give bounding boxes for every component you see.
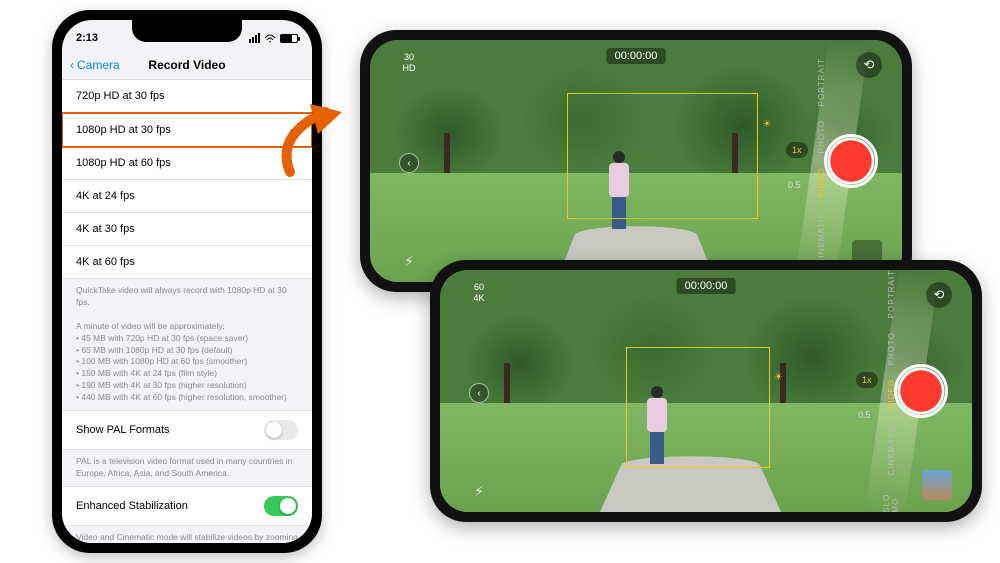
- signal-icon: [249, 33, 260, 43]
- stabilization-toggle[interactable]: [264, 496, 298, 516]
- exposure-slider[interactable]: [774, 372, 783, 383]
- fps-label: 60: [473, 282, 484, 293]
- gallery-thumbnail[interactable]: [922, 470, 952, 500]
- camera-right-controls: ⟲ 1x 0.5 PORTRAIT PHOTO VIDEO CINEMATIC …: [876, 270, 966, 512]
- camera-iphone-4k: 60 4K ‹ ⚡︎ 00:00:00 ⟲ 1x 0.5 PORTRAIT PH…: [430, 260, 982, 522]
- focus-box[interactable]: [567, 93, 759, 219]
- back-button[interactable]: ‹ Camera: [70, 58, 120, 72]
- camera-iphone-hd: 30 HD ‹ ⚡︎ 00:00:00 ⟲ 1x 0.5 PORTRAIT PH…: [360, 30, 912, 292]
- chevron-left-icon: ‹: [70, 58, 74, 72]
- mode-selector[interactable]: PORTRAIT PHOTO VIDEO CINEMATIC: [814, 40, 828, 282]
- pal-row[interactable]: Show PAL Formats: [62, 410, 312, 450]
- status-time: 2:13: [76, 32, 98, 44]
- timecode: 00:00:00: [607, 48, 666, 64]
- flash-icon[interactable]: ⚡︎: [474, 483, 484, 500]
- camera-screen-hd: 30 HD ‹ ⚡︎ 00:00:00 ⟲ 1x 0.5 PORTRAIT PH…: [370, 40, 902, 282]
- option-label: 1080p HD at 60 fps: [76, 157, 171, 169]
- exposure-slider[interactable]: [762, 119, 771, 130]
- record-button[interactable]: [894, 364, 948, 418]
- quicktake-note: QuickTake video will always record with …: [62, 279, 312, 315]
- mode-video[interactable]: VIDEO: [817, 168, 826, 198]
- option-4k-60[interactable]: 4K at 60 fps: [62, 246, 312, 279]
- mode-photo[interactable]: PHOTO: [817, 120, 826, 153]
- camera-left-controls: 60 4K ‹ ⚡︎: [464, 270, 494, 512]
- chevron-left-icon[interactable]: ‹: [469, 383, 489, 403]
- stabilization-label: Enhanced Stabilization: [76, 500, 188, 512]
- mode-photo[interactable]: PHOTO: [887, 332, 896, 365]
- format-label: 4K: [473, 293, 484, 304]
- wifi-icon: [264, 34, 276, 43]
- zoom-option[interactable]: 0.5: [788, 180, 801, 190]
- pal-label: Show PAL Formats: [76, 424, 170, 436]
- camera-overlay: 30 HD ‹ ⚡︎ 00:00:00 ⟲ 1x 0.5 PORTRAIT PH…: [370, 40, 902, 282]
- page-title: Record Video: [148, 58, 225, 72]
- record-button[interactable]: [824, 134, 878, 188]
- option-label: 4K at 60 fps: [76, 256, 135, 268]
- camera-overlay: 60 4K ‹ ⚡︎ 00:00:00 ⟲ 1x 0.5 PORTRAIT PH…: [440, 270, 972, 512]
- switch-camera-icon[interactable]: ⟲: [856, 52, 882, 78]
- settings-screen: 2:13 ‹ Camera Record Video 720p HD at 30…: [62, 20, 312, 543]
- mode-video[interactable]: VIDEO: [887, 379, 896, 409]
- settings-iphone: 2:13 ‹ Camera Record Video 720p HD at 30…: [52, 10, 322, 553]
- fps-label: 30: [403, 52, 416, 63]
- mode-portrait[interactable]: PORTRAIT: [887, 270, 896, 318]
- option-label: 1080p HD at 30 fps: [76, 124, 171, 136]
- pal-note: PAL is a television video format used in…: [62, 450, 312, 486]
- nav-bar: ‹ Camera Record Video: [62, 50, 312, 80]
- camera-left-controls: 30 HD ‹ ⚡︎: [394, 40, 424, 282]
- option-label: 4K at 24 fps: [76, 190, 135, 202]
- battery-icon: [280, 34, 298, 43]
- filesize-note: A minute of video will be approximately:…: [62, 315, 312, 410]
- zoom-active[interactable]: 1x: [786, 142, 808, 158]
- mode-portrait[interactable]: PORTRAIT: [817, 58, 826, 106]
- stabilization-note: Video and Cinematic mode will stabilize …: [62, 526, 312, 543]
- mode-slomo[interactable]: SLO-MO: [882, 490, 900, 512]
- zoom-active[interactable]: 1x: [856, 372, 878, 388]
- focus-box[interactable]: [626, 347, 770, 468]
- option-label: 4K at 30 fps: [76, 223, 135, 235]
- stabilization-row[interactable]: Enhanced Stabilization: [62, 486, 312, 526]
- format-label: HD: [403, 63, 416, 74]
- option-4k-30[interactable]: 4K at 30 fps: [62, 213, 312, 246]
- zoom-option[interactable]: 0.5: [858, 410, 871, 420]
- back-label: Camera: [77, 58, 120, 72]
- flash-icon[interactable]: ⚡︎: [404, 253, 414, 270]
- mode-selector[interactable]: PORTRAIT PHOTO VIDEO CINEMATIC SLO-MO: [884, 270, 898, 512]
- mode-cinematic[interactable]: CINEMATIC: [887, 423, 896, 475]
- camera-right-controls: ⟲ 1x 0.5 PORTRAIT PHOTO VIDEO CINEMATIC: [806, 40, 896, 282]
- mode-cinematic[interactable]: CINEMATIC: [817, 212, 826, 264]
- timecode: 00:00:00: [677, 278, 736, 294]
- pal-toggle[interactable]: [264, 420, 298, 440]
- notch: [132, 20, 242, 42]
- option-label: 720p HD at 30 fps: [76, 90, 165, 102]
- camera-screen-4k: 60 4K ‹ ⚡︎ 00:00:00 ⟲ 1x 0.5 PORTRAIT PH…: [440, 270, 972, 512]
- format-indicator[interactable]: 30 HD: [403, 52, 416, 74]
- format-indicator[interactable]: 60 4K: [473, 282, 484, 304]
- switch-camera-icon[interactable]: ⟲: [926, 282, 952, 308]
- chevron-left-icon[interactable]: ‹: [399, 153, 419, 173]
- status-right: [249, 33, 298, 43]
